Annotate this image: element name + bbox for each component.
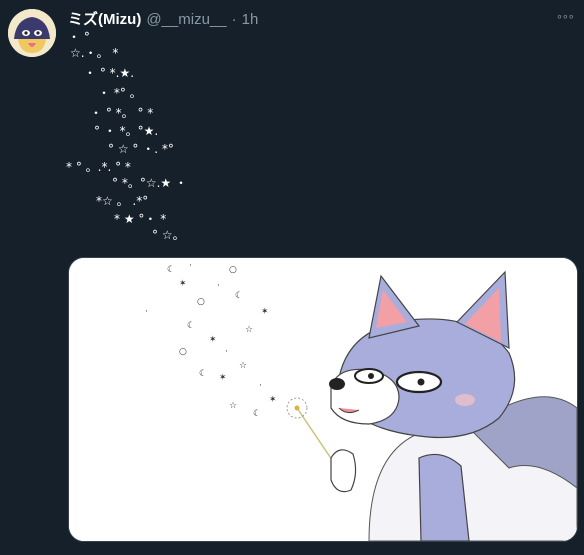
display-name[interactable]: ミズ(Mizu) — [68, 8, 141, 29]
svg-text:☾: ☾ — [187, 321, 195, 331]
svg-text:·: · — [225, 347, 228, 357]
svg-text:·: · — [189, 261, 192, 271]
star-line: ・ ° — [68, 30, 90, 44]
star-line: ・ ° *。 ° * — [90, 106, 154, 120]
user-handle[interactable]: @__mizu__ — [146, 11, 226, 28]
svg-text:·: · — [145, 307, 148, 317]
svg-text:☾: ☾ — [167, 265, 175, 275]
svg-text:·: · — [217, 281, 220, 291]
svg-text:✶: ✶ — [261, 307, 269, 317]
svg-text:☆: ☆ — [229, 401, 237, 411]
avatar[interactable] — [8, 9, 56, 57]
svg-text:✶: ✶ — [219, 373, 227, 383]
star-line: ・ *° 。 — [98, 86, 142, 100]
svg-text:☾: ☾ — [199, 369, 207, 379]
svg-text:○: ○ — [197, 297, 205, 307]
star-line: * ° 。.*. ° * — [66, 160, 131, 174]
wolf-illustration: ☾ · ○ ✶ ·☾ ○✶☆ ☾✶· ○☆✶ ☾·☆ ✶·☾ — [69, 258, 577, 541]
star-line: *☆ 。 .*° — [96, 194, 149, 208]
svg-text:☾: ☾ — [235, 291, 243, 301]
svg-text:☆: ☆ — [239, 361, 247, 371]
svg-text:☆: ☆ — [245, 325, 253, 335]
tweet-text: ・ ° ☆.・。 * ・ ° *.★. ・ *° 。 ・ ° *。 ° * ° … — [62, 30, 222, 250]
star-line: ° *。°☆.★ ・ — [112, 176, 187, 190]
star-line: ° ・ *。°★. — [94, 124, 159, 138]
svg-text:✶: ✶ — [269, 395, 277, 405]
star-line: ° ☆。 — [152, 228, 185, 242]
dot-separator: · — [231, 11, 237, 28]
svg-text:☾: ☾ — [253, 409, 261, 419]
star-line: ° ☆ ° ・. *° — [108, 142, 174, 156]
avatar-image — [8, 9, 56, 57]
svg-text:○: ○ — [179, 347, 187, 357]
svg-text:·: · — [259, 381, 262, 391]
more-icon[interactable]: ∘∘∘ — [556, 10, 575, 23]
svg-text:✶: ✶ — [179, 279, 187, 289]
star-line: * ★ °・ * — [114, 212, 167, 226]
svg-text:✶: ✶ — [209, 335, 217, 345]
timestamp[interactable]: 1h — [242, 11, 259, 28]
tweet-media[interactable]: ☾ · ○ ✶ · ☾ ○ ✶ ☆ ☾ ✶ · ○ ☆ ✶ ☾ · ☆ ✶ · ☾ — [68, 257, 578, 542]
svg-text:○: ○ — [229, 265, 237, 275]
star-line: ・ ° *.★. — [84, 66, 135, 80]
tweet-header: ミズ(Mizu) @__mizu__ · 1h — [68, 8, 258, 29]
star-line: ☆.・。 * — [70, 46, 119, 60]
